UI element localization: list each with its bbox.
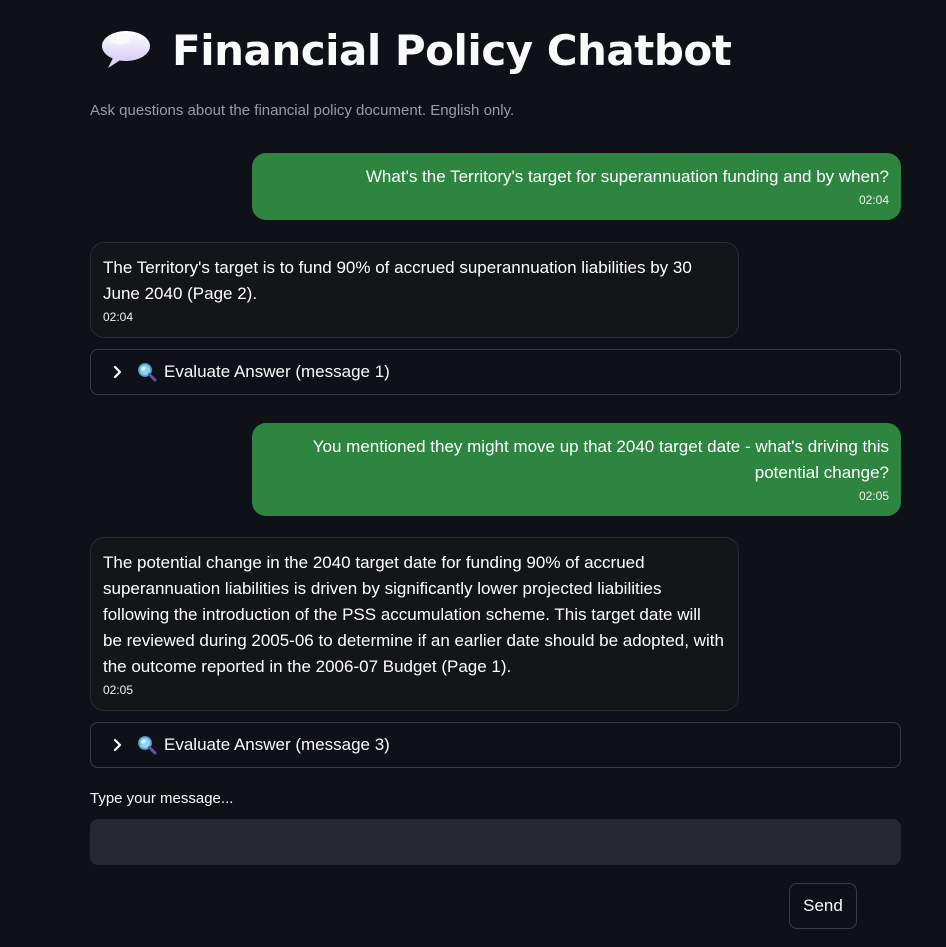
message-input-label: Type your message... <box>90 790 234 807</box>
message-text: The potential change in the 2040 target … <box>103 553 724 676</box>
message-input[interactable] <box>90 819 901 865</box>
assistant-message: The potential change in the 2040 target … <box>90 537 739 711</box>
message-text: What's the Territory's target for supera… <box>365 167 889 186</box>
chevron-right-icon <box>111 365 125 379</box>
message-timestamp: 02:04 <box>858 193 889 207</box>
message-text: The Territory's target is to fund 90% of… <box>103 258 692 303</box>
send-button[interactable]: Send <box>789 883 857 929</box>
page-header: Financial Policy Chatbot <box>100 22 732 78</box>
magnifying-glass-icon <box>137 735 157 755</box>
page-subtitle: Ask questions about the financial policy… <box>90 102 515 119</box>
app-main: Financial Policy Chatbot Ask questions a… <box>0 0 946 947</box>
message-timestamp: 02:05 <box>103 683 134 697</box>
message-text: You mentioned they might move up that 20… <box>312 437 889 482</box>
assistant-message: The Territory's target is to fund 90% of… <box>90 242 739 338</box>
speech-balloon-icon <box>100 28 152 72</box>
page-title: Financial Policy Chatbot <box>172 25 732 75</box>
evaluate-answer-expander-1[interactable]: Evaluate Answer (message 1) <box>90 349 901 395</box>
user-message: You mentioned they might move up that 20… <box>252 423 901 516</box>
user-message: What's the Territory's target for supera… <box>252 153 901 220</box>
expander-label: Evaluate Answer (message 3) <box>164 735 390 754</box>
message-timestamp: 02:05 <box>858 489 889 503</box>
message-timestamp: 02:04 <box>103 310 134 324</box>
evaluate-answer-expander-3[interactable]: Evaluate Answer (message 3) <box>90 722 901 768</box>
chevron-right-icon <box>111 738 125 752</box>
magnifying-glass-icon <box>137 362 157 382</box>
expander-label: Evaluate Answer (message 1) <box>164 362 390 381</box>
